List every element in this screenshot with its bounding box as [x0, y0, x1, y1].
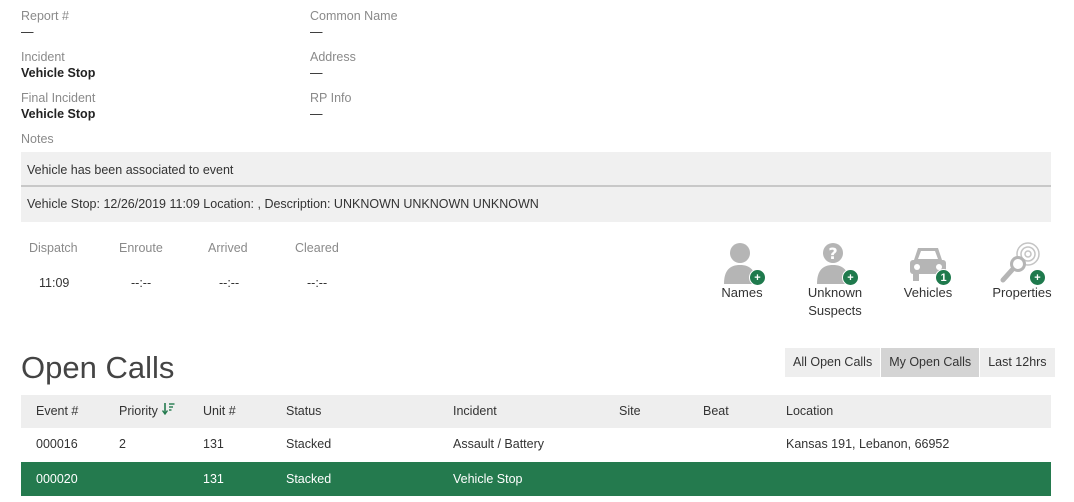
- final-incident-value: Vehicle Stop: [21, 107, 96, 121]
- names-label: Names: [721, 285, 763, 300]
- arrived-label: Arrived: [208, 241, 248, 255]
- column-header-priority[interactable]: Priority: [119, 395, 175, 428]
- vehicles-label: Vehicles: [903, 285, 953, 300]
- properties-button[interactable]: + Properties: [977, 240, 1067, 302]
- common-name-value: —: [310, 25, 323, 39]
- dispatch-label: Dispatch: [29, 241, 78, 255]
- fingerprint-search-icon: +: [1000, 240, 1046, 286]
- column-header-status[interactable]: Status: [286, 395, 321, 428]
- note-item: Vehicle Stop: 12/26/2019 11:09 Location:…: [27, 197, 539, 211]
- cell-event: 000016: [36, 437, 78, 451]
- unknown-suspects-button[interactable]: ? + Unknown Suspects: [790, 240, 880, 320]
- cell-incident: Assault / Battery: [453, 437, 545, 451]
- column-header-incident[interactable]: Incident: [453, 395, 497, 428]
- arrived-time: --:--: [219, 276, 240, 290]
- column-header-beat[interactable]: Beat: [703, 395, 729, 428]
- table-row-selected[interactable]: 000020 131 Stacked Vehicle Stop: [21, 462, 1051, 496]
- table-row[interactable]: 000016 2 131 Stacked Assault / Battery K…: [21, 428, 1051, 461]
- report-number-label: Report #: [21, 9, 69, 23]
- address-value: —: [310, 66, 323, 80]
- rp-info-value: —: [310, 107, 323, 121]
- incident-label: Incident: [21, 50, 65, 64]
- cell-incident: Vehicle Stop: [453, 472, 523, 486]
- properties-label: Properties: [992, 285, 1052, 300]
- cell-priority: 2: [119, 437, 126, 451]
- names-button[interactable]: + Names: [697, 240, 787, 302]
- column-header-unit[interactable]: Unit #: [203, 395, 236, 428]
- table-header-row: Event # Priority Unit # Status Incident …: [21, 395, 1051, 428]
- svg-text:?: ?: [828, 244, 837, 263]
- enroute-label: Enroute: [119, 241, 163, 255]
- cleared-time: --:--: [307, 276, 328, 290]
- open-calls-title: Open Calls: [21, 350, 175, 385]
- cell-unit: 131: [203, 472, 224, 486]
- cell-event: 000020: [36, 472, 78, 486]
- unknown-suspects-label: Unknown Suspects: [807, 285, 863, 318]
- column-header-event[interactable]: Event #: [36, 395, 78, 428]
- column-header-priority-label: Priority: [119, 404, 158, 418]
- cell-unit: 131: [203, 437, 224, 451]
- cleared-label: Cleared: [295, 241, 339, 255]
- car-icon: 1: [906, 240, 952, 286]
- cell-status: Stacked: [286, 437, 332, 451]
- names-badge: +: [749, 269, 766, 286]
- rp-info-label: RP Info: [310, 91, 352, 105]
- cell-status: Stacked: [286, 472, 332, 486]
- unknown-person-icon: ? +: [813, 240, 859, 286]
- notes-box: Vehicle has been associated to event Veh…: [21, 152, 1051, 222]
- common-name-label: Common Name: [310, 9, 398, 23]
- final-incident-label: Final Incident: [21, 91, 96, 105]
- column-header-site[interactable]: Site: [619, 395, 641, 428]
- dispatch-time: 11:09: [39, 276, 70, 290]
- sort-descending-icon[interactable]: [161, 395, 175, 428]
- properties-badge: +: [1029, 269, 1046, 286]
- address-label: Address: [310, 50, 356, 64]
- filter-all-open-calls[interactable]: All Open Calls: [785, 348, 882, 377]
- filter-my-open-calls[interactable]: My Open Calls: [881, 348, 981, 377]
- open-calls-filter-group: All Open Calls My Open Calls Last 12hrs: [785, 348, 1056, 377]
- filter-last-12hrs[interactable]: Last 12hrs: [980, 348, 1056, 377]
- vehicles-button[interactable]: 1 Vehicles: [883, 240, 973, 302]
- note-item: Vehicle has been associated to event: [27, 163, 234, 177]
- open-calls-table: Event # Priority Unit # Status Incident …: [21, 395, 1051, 496]
- notes-label: Notes: [21, 132, 54, 146]
- column-header-location[interactable]: Location: [786, 395, 833, 428]
- incident-value: Vehicle Stop: [21, 66, 96, 80]
- enroute-time: --:--: [131, 276, 152, 290]
- note-divider: [21, 185, 1051, 187]
- report-number-value: —: [21, 25, 34, 39]
- person-icon: +: [720, 240, 766, 286]
- vehicles-badge: 1: [935, 269, 952, 286]
- unknown-suspects-badge: +: [842, 269, 859, 286]
- cell-location: Kansas 191, Lebanon, 66952: [786, 437, 950, 451]
